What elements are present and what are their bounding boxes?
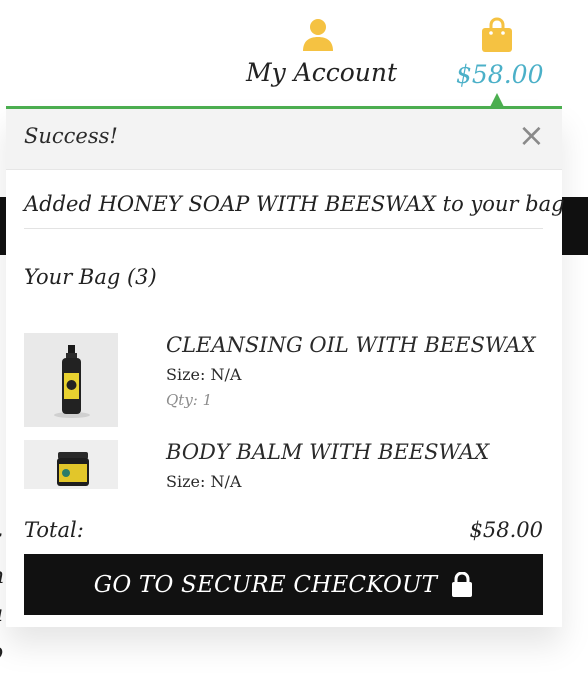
dropdown-caret bbox=[490, 93, 504, 107]
body-balm-jar-image bbox=[24, 440, 118, 489]
product-image[interactable] bbox=[24, 333, 118, 427]
secure-checkout-button[interactable]: GO TO SECURE CHECKOUT bbox=[24, 554, 543, 615]
divider bbox=[24, 228, 543, 229]
item-name[interactable]: CLEANSING OIL WITH BEESWAX bbox=[166, 333, 536, 357]
added-to-bag-message: Added HONEY SOAP WITH BEESWAX to your ba… bbox=[24, 192, 565, 216]
close-icon[interactable]: × bbox=[518, 119, 545, 151]
total-label: Total: bbox=[24, 518, 84, 542]
shopping-bag-icon[interactable] bbox=[481, 17, 513, 53]
user-icon[interactable] bbox=[301, 17, 335, 53]
list-item[interactable]: BODY BALM WITH BEESWAX Size: N/A bbox=[24, 440, 544, 489]
success-alert: Success! × bbox=[6, 109, 562, 170]
site-header: My Account $58.00 bbox=[0, 0, 588, 109]
my-account-link[interactable]: My Account bbox=[246, 58, 397, 87]
list-item[interactable]: CLEANSING OIL WITH BEESWAX Size: N/A Qty… bbox=[24, 333, 544, 440]
bag-heading: Your Bag (3) bbox=[24, 265, 157, 289]
item-size: Size: N/A bbox=[166, 472, 242, 489]
total-value: $58.00 bbox=[469, 518, 543, 542]
checkout-label: GO TO SECURE CHECKOUT bbox=[93, 571, 438, 598]
item-size: Size: N/A bbox=[166, 365, 242, 384]
cleansing-oil-bottle-image bbox=[24, 333, 118, 427]
lock-icon bbox=[452, 571, 473, 597]
background-text-line: o bbox=[0, 634, 12, 672]
product-image[interactable] bbox=[24, 440, 118, 489]
bag-items-list[interactable]: CLEANSING OIL WITH BEESWAX Size: N/A Qty… bbox=[24, 333, 544, 489]
mini-cart-panel: Success! × Added HONEY SOAP WITH BEESWAX… bbox=[6, 109, 565, 627]
alert-title: Success! bbox=[24, 124, 118, 148]
item-name[interactable]: BODY BALM WITH BEESWAX bbox=[166, 440, 489, 464]
cart-total-link[interactable]: $58.00 bbox=[456, 60, 543, 89]
item-qty: Qty: 1 bbox=[166, 391, 213, 409]
